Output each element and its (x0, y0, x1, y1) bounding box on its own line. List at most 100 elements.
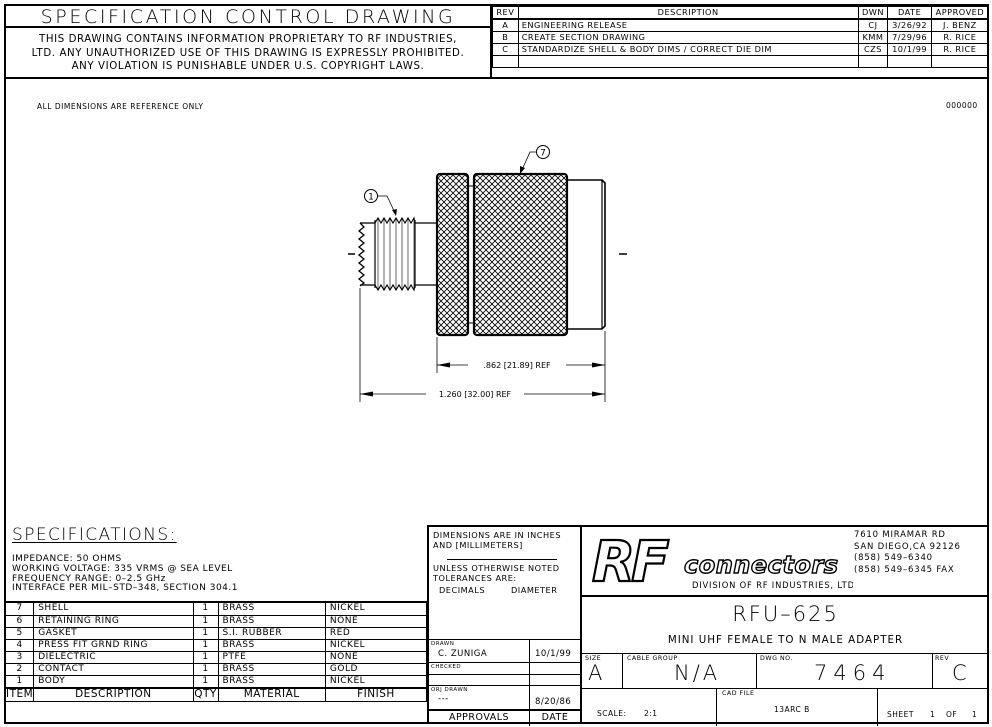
bom-row: 5 GASKET 1 S.I. RUBBER RED (6, 627, 428, 640)
spec-interface: INTERFACE PER MIL–STD–348, SECTION 304.1 (12, 583, 238, 594)
bom-material: S.I. RUBBER (217, 627, 326, 640)
bom-description: GASKET (33, 627, 194, 640)
bom-row: 3 DIELECTRIC 1 PTFE NONE (6, 651, 428, 664)
bom-row: 6 RETAINING RING 1 BRASS NONE (6, 615, 428, 628)
checked-label: CHECKED (431, 664, 462, 670)
rev-description: STANDARDIZE SHELL & BODY DIMS / CORRECT … (517, 43, 859, 56)
of-label: OF (946, 710, 958, 719)
company-address: 7610 MIRAMAR RD SAN DIEGO,CA 92126 (858)… (854, 530, 961, 576)
row-divider (429, 639, 580, 640)
empty-cell (857, 55, 889, 68)
orig-drawn-by: --- (438, 694, 449, 704)
empty-cell (887, 55, 932, 68)
rev-date: 10/1/99 (887, 43, 932, 56)
dim-arrow (592, 391, 605, 397)
date-col-header: DATE (887, 6, 932, 20)
revision-row: C STANDARDIZE SHELL & BODY DIMS / CORREC… (492, 43, 990, 56)
phone-number: (858) 549–6340 (854, 553, 933, 564)
qty-col-header: QTY (192, 686, 219, 702)
orig-drawn-label: ORJ DRAWN (431, 687, 468, 693)
date-footer: DATE (541, 712, 569, 723)
diameter-label: DIAMETER (511, 585, 558, 595)
drawn-by: C. ZUNIGA (438, 649, 488, 659)
rev-letter: C (492, 43, 519, 56)
bom-material: BRASS (217, 639, 326, 652)
bom-description: SHELL (33, 603, 194, 616)
units-note-line: AND [MILLIMETERS] (433, 540, 523, 550)
bill-of-materials: 7 SHELL 1 BRASS NICKEL 6 RETAINING RING 1 BRASS… (6, 603, 428, 702)
rev-letter: A (492, 18, 519, 32)
dim-arrow (360, 391, 373, 397)
description-col-header: DESCRIPTION (517, 6, 859, 20)
leader-7-arrow (520, 166, 525, 174)
bom-qty: 1 (192, 651, 219, 664)
bom-description: BODY (33, 675, 194, 688)
approvals-footer: APPROVALS (448, 712, 510, 723)
bom-finish: NICKEL (324, 639, 428, 652)
column-divider (716, 688, 717, 726)
row-divider (429, 709, 580, 711)
address-line: SAN DIEGO,CA 92126 (854, 541, 961, 552)
bom-qty: 1 (192, 663, 219, 676)
revision-row-empty (492, 55, 990, 68)
description-col-header: DESCRIPTION (33, 686, 194, 702)
revision-table: REV DESCRIPTION DWN DATE APPROVED A ENGI… (492, 6, 990, 68)
dwg-no-label: DWG NO. (760, 655, 793, 662)
title-row-divider (582, 653, 989, 654)
reference-note: ALL DIMENSIONS ARE REFERENCE ONLY (37, 102, 204, 111)
rev-letter: B (492, 31, 519, 44)
sheet-label: SHEET (887, 710, 914, 719)
address-line: 7610 MIRAMAR RD (854, 530, 946, 540)
bom-item: 7 (6, 603, 35, 616)
rf-connectors-logo: RF connectors DIVISION OF RF INDUSTRIES,… (591, 531, 853, 593)
proprietary-line: THIS DRAWING CONTAINS INFORMATION PROPRI… (39, 34, 457, 45)
size-value: A (588, 661, 606, 685)
bom-material: PTFE (217, 651, 326, 664)
bom-finish: NONE (324, 615, 428, 628)
specifications-list: IMPEDANCE: 50 OHMS WORKING VOLTAGE: 335 … (12, 554, 238, 594)
dim-arrow (437, 362, 450, 368)
rev-label: REV (935, 655, 950, 662)
revision-row: B CREATE SECTION DRAWING KMM 7/29/96 R. … (492, 31, 990, 44)
knurled-ring (435, 172, 470, 337)
rev-drawn-by: CZS (857, 43, 889, 56)
sheet-total: 1 (972, 710, 978, 719)
note-divider (447, 559, 557, 560)
tolerance-note-line: UNLESS OTHERWISE NOTED (433, 563, 560, 573)
shell-plain-end (567, 179, 606, 330)
balloon-1-label: 1 (368, 193, 374, 203)
logo-rf: RF (592, 531, 669, 593)
rev-date: 7/29/96 (887, 31, 932, 44)
rev-approved: R. RICE (930, 31, 990, 44)
dimension-1260-label: 1.260 [32.00] REF (439, 390, 512, 399)
cad-file-value: 13ARC B (774, 705, 810, 714)
cad-file-label: CAD FILE (722, 690, 755, 697)
proprietary-line: LTD. ANY UNAUTHORIZED USE OF THIS DRAWIN… (31, 47, 465, 59)
units-note-line: DIMENSIONS ARE IN INCHES (433, 530, 562, 540)
bom-item: 4 (6, 639, 35, 652)
drawing-code: 000000 (946, 101, 978, 110)
logo-division: DIVISION OF RF INDUSTRIES, LTD. (692, 580, 853, 590)
approvals-block: DIMENSIONS ARE IN INCHES AND [MILLIMETER… (427, 525, 582, 726)
tolerance-note-line: TOLERANCES ARE: (433, 573, 517, 583)
revision-header-row: REV DESCRIPTION DWN DATE APPROVED (492, 6, 990, 20)
bom-description: CONTACT (33, 663, 194, 676)
bom-header-row: ITEM DESCRIPTION QTY MATERIAL FINISH (6, 686, 428, 702)
dim-arrow (592, 362, 605, 368)
tolerance-note: UNLESS OTHERWISE NOTED TOLERANCES ARE: (433, 563, 560, 583)
rev-approved: R. RICE (930, 43, 990, 56)
revision-row: A ENGINEERING RELEASE CJ 3/26/92 J. BENZ (492, 18, 990, 32)
bom-description: RETAINING RING (33, 615, 194, 628)
bom-finish: GOLD (324, 663, 428, 676)
row-divider (429, 685, 580, 686)
bom-finish: NICKEL (324, 675, 428, 688)
header-bottom-rule (4, 77, 989, 79)
empty-cell (930, 55, 990, 68)
rev-description: ENGINEERING RELEASE (517, 18, 859, 32)
bom-finish: NICKEL (324, 603, 428, 616)
column-divider (756, 653, 757, 688)
dwg-no-value: 7464 (814, 661, 892, 685)
scale-label: SCALE: (597, 709, 627, 718)
bom-row: 2 CONTACT 1 BRASS GOLD (6, 663, 428, 676)
bom-finish: NONE (324, 651, 428, 664)
